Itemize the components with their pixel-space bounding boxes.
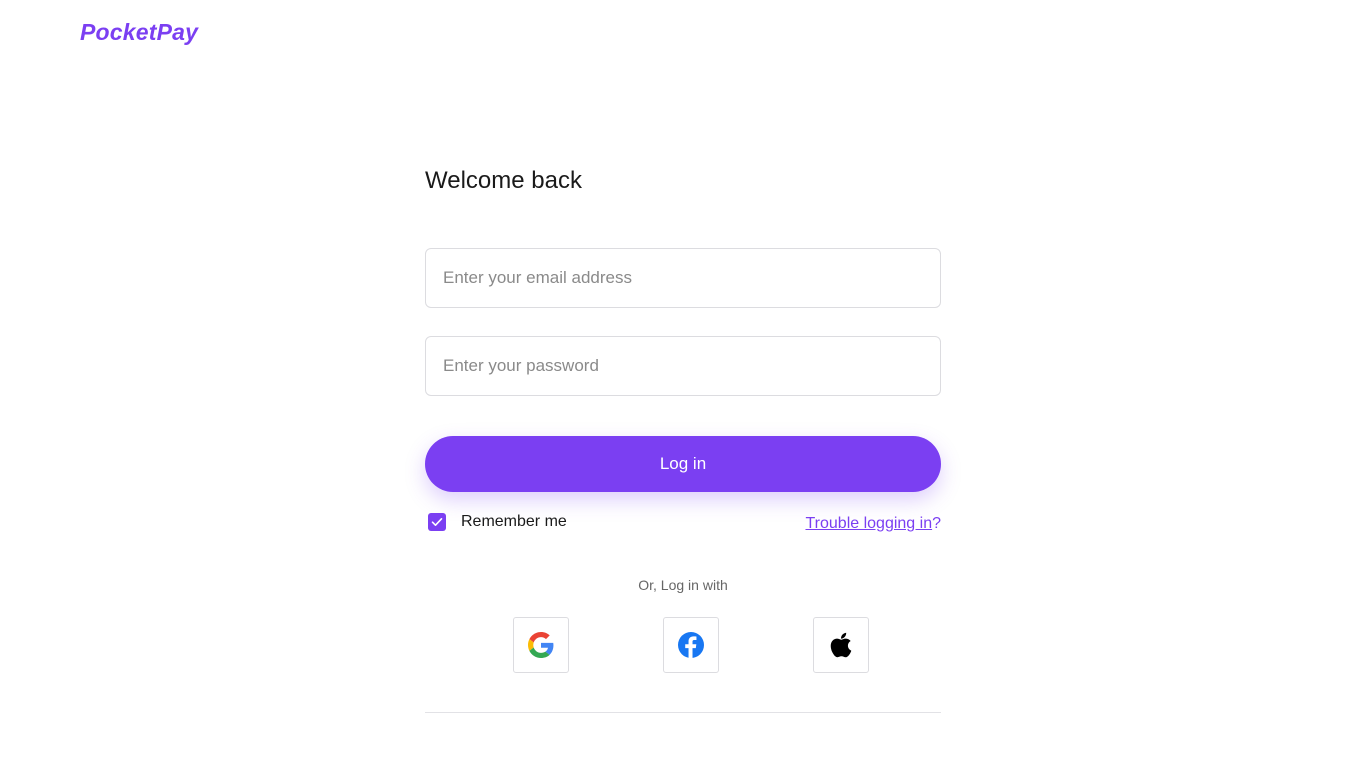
- email-input[interactable]: [425, 248, 941, 308]
- apple-login-button[interactable]: [813, 617, 869, 673]
- facebook-login-button[interactable]: [663, 617, 719, 673]
- social-login-prompt: Or, Log in with: [638, 577, 728, 593]
- google-login-button[interactable]: [513, 617, 569, 673]
- trouble-link-text: Trouble logging in: [805, 515, 933, 532]
- pocketpay-logo[interactable]: PocketPay: [80, 19, 198, 46]
- trouble-logging-in-link[interactable]: Trouble logging in?: [805, 515, 941, 533]
- remember-me-checkbox[interactable]: [428, 513, 446, 531]
- page-title: Welcome back: [425, 167, 582, 194]
- trouble-link-suffix: ?: [932, 515, 941, 532]
- remember-me-toggle[interactable]: Remember me: [428, 513, 567, 531]
- checkmark-icon: [431, 518, 443, 526]
- google-icon: [528, 632, 554, 658]
- divider: [425, 712, 941, 713]
- facebook-icon: [678, 632, 704, 658]
- apple-icon: [830, 632, 852, 658]
- login-button[interactable]: Log in: [425, 436, 941, 492]
- password-input[interactable]: [425, 336, 941, 396]
- remember-me-label: Remember me: [461, 513, 567, 530]
